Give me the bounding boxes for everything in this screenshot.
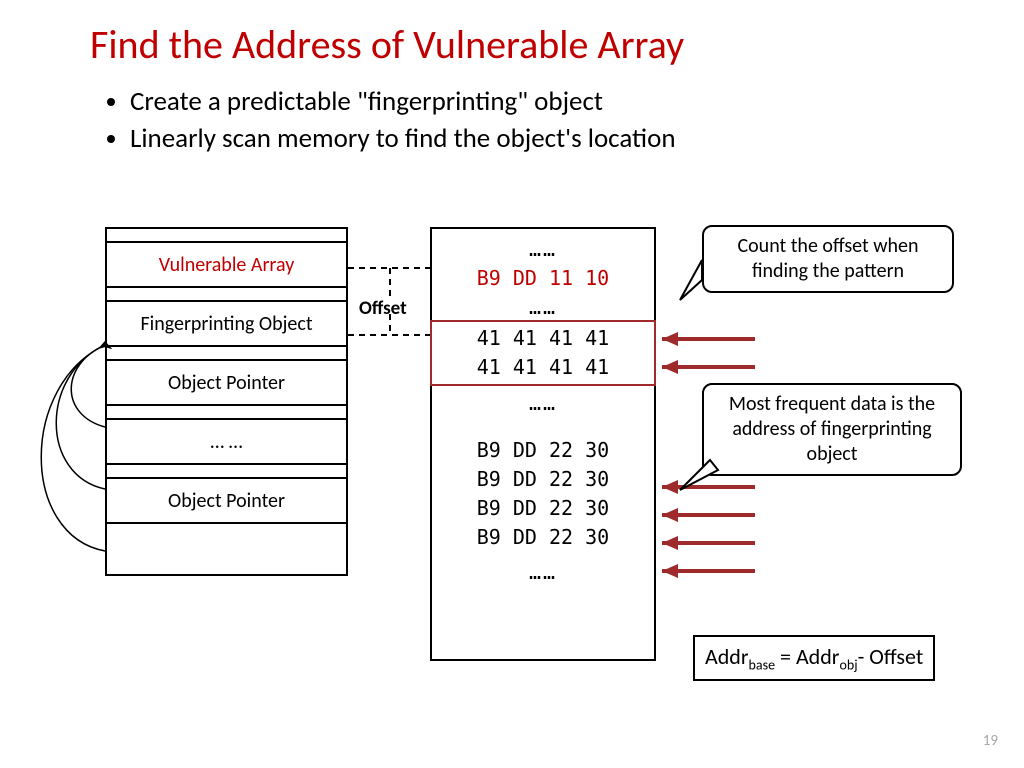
diagram-area: Vulnerable Array Fingerprinting Object O… xyxy=(0,215,1024,725)
object-pointer-row: Object Pointer xyxy=(107,479,346,524)
vulnerable-array-row: Vulnerable Array xyxy=(107,243,346,288)
callout-offset: Count the offset when finding the patter… xyxy=(702,225,954,293)
formula-text: Addr xyxy=(705,643,749,670)
object-pointer-row: Object Pointer xyxy=(107,361,346,406)
pointer-bytes: B9 DD 22 30 xyxy=(432,465,654,494)
slide-number: 19 xyxy=(983,732,998,750)
dots: …… xyxy=(432,235,654,264)
stack-spacer xyxy=(107,406,346,420)
pointer-bytes: B9 DD 22 30 xyxy=(432,523,654,552)
ellipsis-row: … … xyxy=(107,420,346,465)
offset-label: Offset xyxy=(359,297,407,320)
stack-spacer xyxy=(107,465,346,479)
memory-dump: …… B9 DD 11 10 …… 41 41 41 41 41 41 41 4… xyxy=(430,227,656,661)
fingerprinting-row: Fingerprinting Object xyxy=(107,302,346,347)
bullet-list: Create a predictable "fingerprinting" ob… xyxy=(0,77,1024,155)
stack-spacer xyxy=(107,347,346,361)
dots: …… xyxy=(432,293,654,322)
stack-spacer xyxy=(107,524,346,574)
pattern-box: 41 41 41 41 41 41 41 41 xyxy=(430,320,656,386)
vuln-bytes: B9 DD 11 10 xyxy=(432,264,654,293)
pointer-bytes: B9 DD 22 30 xyxy=(432,436,654,465)
pattern-bytes: 41 41 41 41 xyxy=(432,324,654,353)
formula-text: - Offset xyxy=(858,643,924,670)
callout-frequent: Most frequent data is the address of fin… xyxy=(702,383,962,476)
slide-title: Find the Address of Vulnerable Array xyxy=(0,0,1024,77)
bullet-item: Create a predictable "fingerprinting" ob… xyxy=(130,85,1024,118)
memory-stack: Vulnerable Array Fingerprinting Object O… xyxy=(105,227,348,576)
formula-text: = Addr xyxy=(775,643,839,670)
stack-spacer xyxy=(107,229,346,243)
formula-sub: obj xyxy=(839,656,857,673)
pattern-bytes: 41 41 41 41 xyxy=(432,353,654,382)
pointer-bytes: B9 DD 22 30 xyxy=(432,494,654,523)
stack-spacer xyxy=(107,288,346,302)
formula-box: Addrbase = Addrobj- Offset xyxy=(693,635,935,681)
formula-sub: base xyxy=(749,656,776,673)
bullet-item: Linearly scan memory to find the object'… xyxy=(130,122,1024,155)
dots: …… xyxy=(432,558,654,587)
dots: …… xyxy=(432,389,654,418)
